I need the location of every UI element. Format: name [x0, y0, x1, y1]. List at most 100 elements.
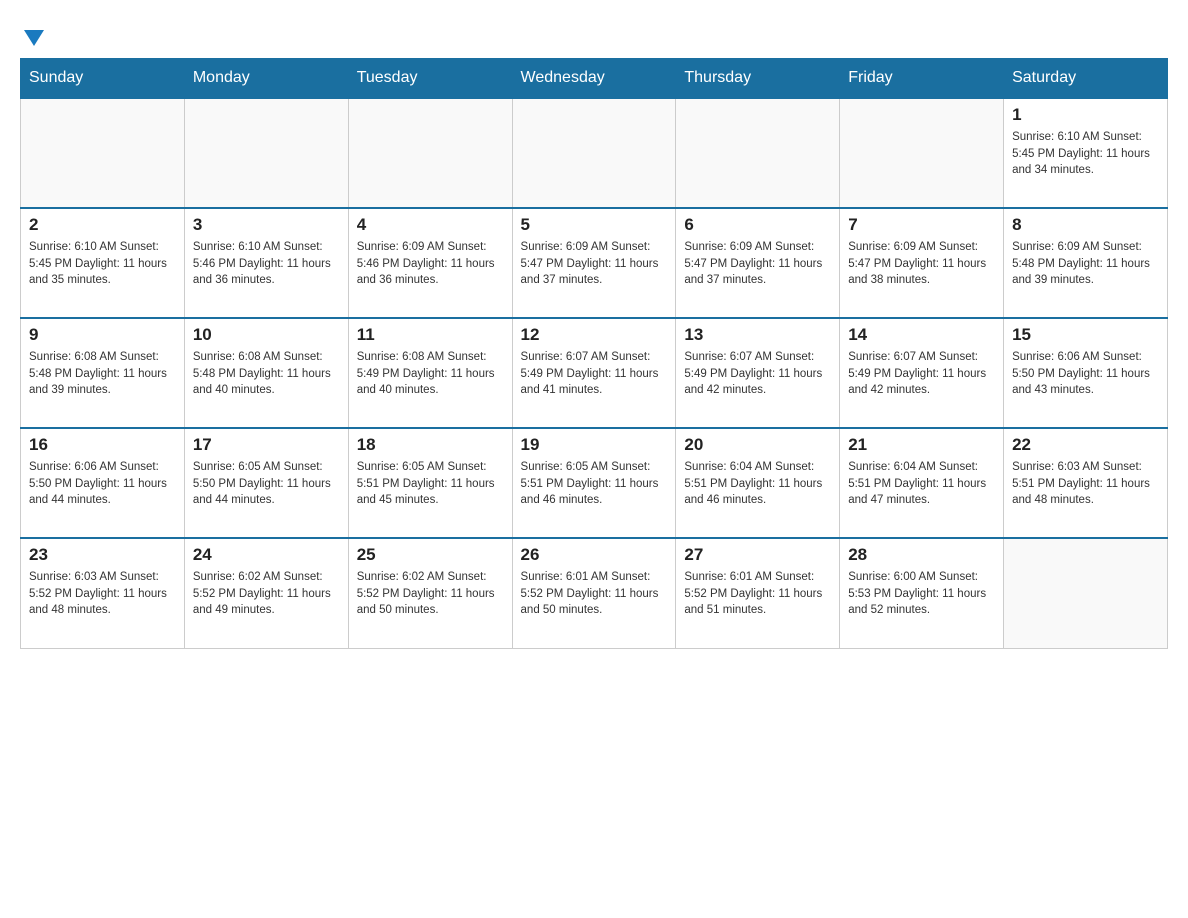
day-info: Sunrise: 6:02 AM Sunset: 5:52 PM Dayligh…	[357, 569, 504, 619]
day-header-wednesday: Wednesday	[512, 59, 676, 99]
day-number: 2	[29, 215, 176, 235]
calendar-cell: 1 Sunrise: 6:10 AM Sunset: 5:45 PM Daylig…	[1004, 98, 1168, 208]
day-info: Sunrise: 6:03 AM Sunset: 5:52 PM Dayligh…	[29, 569, 176, 619]
day-info: Sunrise: 6:09 AM Sunset: 5:48 PM Dayligh…	[1012, 239, 1159, 289]
day-number: 20	[684, 435, 831, 455]
calendar-cell	[184, 98, 348, 208]
day-number: 23	[29, 545, 176, 565]
day-info: Sunrise: 6:01 AM Sunset: 5:52 PM Dayligh…	[684, 569, 831, 619]
day-number: 12	[521, 325, 668, 345]
day-info: Sunrise: 6:09 AM Sunset: 5:46 PM Dayligh…	[357, 239, 504, 289]
day-info: Sunrise: 6:06 AM Sunset: 5:50 PM Dayligh…	[29, 459, 176, 509]
day-number: 7	[848, 215, 995, 235]
day-number: 18	[357, 435, 504, 455]
calendar-week-row: 2 Sunrise: 6:10 AM Sunset: 5:45 PM Daylig…	[21, 208, 1168, 318]
day-number: 11	[357, 325, 504, 345]
calendar-cell: 10Sunrise: 6:08 AM Sunset: 5:48 PM Dayli…	[184, 318, 348, 428]
day-info: Sunrise: 6:07 AM Sunset: 5:49 PM Dayligh…	[521, 349, 668, 399]
logo-blue-text	[20, 30, 44, 48]
calendar-cell: 7 Sunrise: 6:09 AM Sunset: 5:47 PM Daylig…	[840, 208, 1004, 318]
day-info: Sunrise: 6:07 AM Sunset: 5:49 PM Dayligh…	[848, 349, 995, 399]
day-number: 5	[521, 215, 668, 235]
calendar-cell: 22 Sunrise: 6:03 AM Sunset: 5:51 PM Dayli…	[1004, 428, 1168, 538]
day-number: 15	[1012, 325, 1159, 345]
calendar-week-row: 23 Sunrise: 6:03 AM Sunset: 5:52 PM Dayli…	[21, 538, 1168, 648]
calendar-cell: 28Sunrise: 6:00 AM Sunset: 5:53 PM Dayli…	[840, 538, 1004, 648]
day-info: Sunrise: 6:10 AM Sunset: 5:45 PM Dayligh…	[29, 239, 176, 289]
calendar-header-row: SundayMondayTuesdayWednesdayThursdayFrid…	[21, 59, 1168, 99]
day-info: Sunrise: 6:03 AM Sunset: 5:51 PM Dayligh…	[1012, 459, 1159, 509]
day-number: 22	[1012, 435, 1159, 455]
day-number: 13	[684, 325, 831, 345]
calendar-week-row: 1 Sunrise: 6:10 AM Sunset: 5:45 PM Daylig…	[21, 98, 1168, 208]
calendar-cell: 6 Sunrise: 6:09 AM Sunset: 5:47 PM Daylig…	[676, 208, 840, 318]
calendar-cell: 8 Sunrise: 6:09 AM Sunset: 5:48 PM Daylig…	[1004, 208, 1168, 318]
day-number: 19	[521, 435, 668, 455]
day-info: Sunrise: 6:08 AM Sunset: 5:49 PM Dayligh…	[357, 349, 504, 399]
calendar-week-row: 9 Sunrise: 6:08 AM Sunset: 5:48 PM Daylig…	[21, 318, 1168, 428]
day-info: Sunrise: 6:10 AM Sunset: 5:45 PM Dayligh…	[1012, 129, 1159, 179]
calendar-cell: 24 Sunrise: 6:02 AM Sunset: 5:52 PM Dayli…	[184, 538, 348, 648]
calendar-cell	[21, 98, 185, 208]
calendar-cell: 21Sunrise: 6:04 AM Sunset: 5:51 PM Dayli…	[840, 428, 1004, 538]
day-header-sunday: Sunday	[21, 59, 185, 99]
calendar-cell: 9 Sunrise: 6:08 AM Sunset: 5:48 PM Daylig…	[21, 318, 185, 428]
calendar-cell: 14 Sunrise: 6:07 AM Sunset: 5:49 PM Dayli…	[840, 318, 1004, 428]
calendar-cell	[348, 98, 512, 208]
calendar-cell	[840, 98, 1004, 208]
calendar-cell	[676, 98, 840, 208]
day-info: Sunrise: 6:07 AM Sunset: 5:49 PM Dayligh…	[684, 349, 831, 399]
day-number: 14	[848, 325, 995, 345]
day-number: 17	[193, 435, 340, 455]
day-number: 24	[193, 545, 340, 565]
calendar-cell: 17Sunrise: 6:05 AM Sunset: 5:50 PM Dayli…	[184, 428, 348, 538]
day-header-thursday: Thursday	[676, 59, 840, 99]
calendar-cell: 15 Sunrise: 6:06 AM Sunset: 5:50 PM Dayli…	[1004, 318, 1168, 428]
day-info: Sunrise: 6:10 AM Sunset: 5:46 PM Dayligh…	[193, 239, 340, 289]
day-number: 3	[193, 215, 340, 235]
logo-triangle-icon	[24, 30, 44, 46]
calendar-cell: 4 Sunrise: 6:09 AM Sunset: 5:46 PM Daylig…	[348, 208, 512, 318]
header	[20, 20, 1168, 48]
day-info: Sunrise: 6:06 AM Sunset: 5:50 PM Dayligh…	[1012, 349, 1159, 399]
day-number: 25	[357, 545, 504, 565]
day-info: Sunrise: 6:00 AM Sunset: 5:53 PM Dayligh…	[848, 569, 995, 619]
calendar-cell: 25 Sunrise: 6:02 AM Sunset: 5:52 PM Dayli…	[348, 538, 512, 648]
calendar-table: SundayMondayTuesdayWednesdayThursdayFrid…	[20, 58, 1168, 649]
calendar-cell: 18 Sunrise: 6:05 AM Sunset: 5:51 PM Dayli…	[348, 428, 512, 538]
day-number: 6	[684, 215, 831, 235]
calendar-cell: 20Sunrise: 6:04 AM Sunset: 5:51 PM Dayli…	[676, 428, 840, 538]
calendar-cell: 11 Sunrise: 6:08 AM Sunset: 5:49 PM Dayli…	[348, 318, 512, 428]
calendar-cell	[512, 98, 676, 208]
day-number: 1	[1012, 105, 1159, 125]
calendar-week-row: 16 Sunrise: 6:06 AM Sunset: 5:50 PM Dayli…	[21, 428, 1168, 538]
day-number: 26	[521, 545, 668, 565]
calendar-cell: 13 Sunrise: 6:07 AM Sunset: 5:49 PM Dayli…	[676, 318, 840, 428]
calendar-cell: 12 Sunrise: 6:07 AM Sunset: 5:49 PM Dayli…	[512, 318, 676, 428]
day-info: Sunrise: 6:09 AM Sunset: 5:47 PM Dayligh…	[521, 239, 668, 289]
day-info: Sunrise: 6:05 AM Sunset: 5:51 PM Dayligh…	[357, 459, 504, 509]
day-number: 27	[684, 545, 831, 565]
day-info: Sunrise: 6:05 AM Sunset: 5:51 PM Dayligh…	[521, 459, 668, 509]
day-number: 9	[29, 325, 176, 345]
calendar-cell: 19 Sunrise: 6:05 AM Sunset: 5:51 PM Dayli…	[512, 428, 676, 538]
day-info: Sunrise: 6:09 AM Sunset: 5:47 PM Dayligh…	[848, 239, 995, 289]
logo	[20, 20, 44, 48]
day-number: 21	[848, 435, 995, 455]
calendar-cell: 5 Sunrise: 6:09 AM Sunset: 5:47 PM Daylig…	[512, 208, 676, 318]
day-info: Sunrise: 6:08 AM Sunset: 5:48 PM Dayligh…	[29, 349, 176, 399]
day-number: 8	[1012, 215, 1159, 235]
calendar-cell: 16 Sunrise: 6:06 AM Sunset: 5:50 PM Dayli…	[21, 428, 185, 538]
day-number: 16	[29, 435, 176, 455]
day-info: Sunrise: 6:02 AM Sunset: 5:52 PM Dayligh…	[193, 569, 340, 619]
day-header-tuesday: Tuesday	[348, 59, 512, 99]
day-info: Sunrise: 6:09 AM Sunset: 5:47 PM Dayligh…	[684, 239, 831, 289]
calendar-cell: 2 Sunrise: 6:10 AM Sunset: 5:45 PM Daylig…	[21, 208, 185, 318]
day-header-monday: Monday	[184, 59, 348, 99]
calendar-cell: 3 Sunrise: 6:10 AM Sunset: 5:46 PM Daylig…	[184, 208, 348, 318]
day-number: 10	[193, 325, 340, 345]
calendar-cell: 26 Sunrise: 6:01 AM Sunset: 5:52 PM Dayli…	[512, 538, 676, 648]
day-number: 4	[357, 215, 504, 235]
day-info: Sunrise: 6:01 AM Sunset: 5:52 PM Dayligh…	[521, 569, 668, 619]
calendar-cell	[1004, 538, 1168, 648]
